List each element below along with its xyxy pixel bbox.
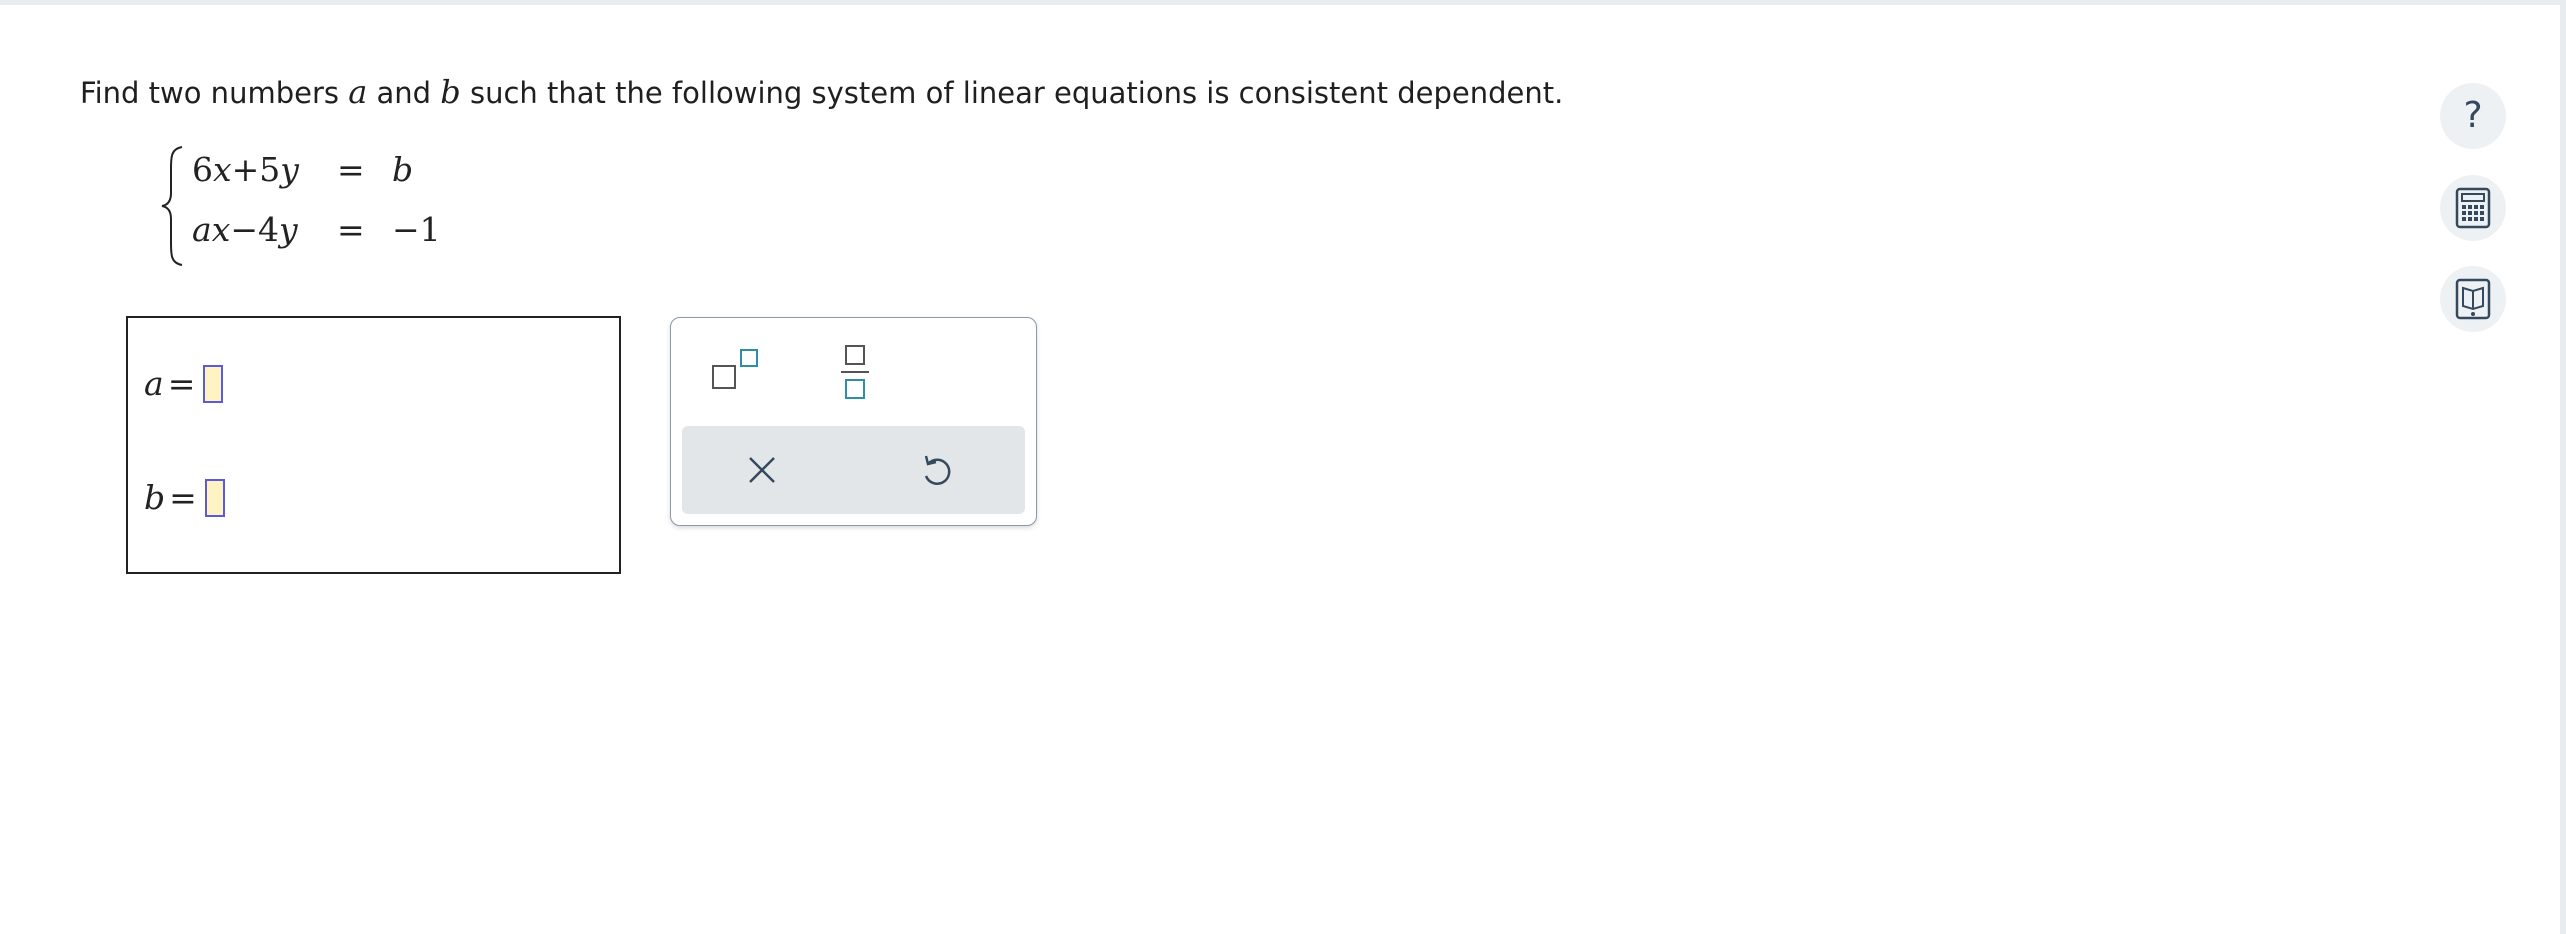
undo-button[interactable] — [916, 450, 956, 490]
equation-1-equals: = — [337, 150, 365, 189]
answer-a-equals: = — [167, 364, 196, 403]
equation-2-lhs: ax−4y — [192, 210, 298, 249]
clear-button[interactable] — [742, 450, 782, 490]
ebook-icon — [2455, 278, 2491, 320]
superscript-button[interactable] — [709, 346, 765, 394]
left-brace-icon — [161, 146, 183, 266]
answer-b-label: b — [144, 478, 166, 517]
answer-b-input[interactable] — [204, 478, 225, 517]
top-bar — [0, 0, 2566, 5]
question-mid: and — [367, 76, 441, 110]
question-prefix: Find two numbers — [80, 76, 349, 110]
ebook-button[interactable] — [2440, 266, 2506, 332]
help-icon: ? — [2463, 95, 2483, 136]
clear-icon — [749, 457, 775, 483]
fraction-icon — [841, 345, 869, 399]
scrollbar[interactable] — [2560, 5, 2566, 934]
variable-a: a — [348, 73, 368, 111]
equation-system: 6x+5y = b ax−4y = −1 — [160, 145, 460, 266]
question-suffix: such that the following system of linear… — [460, 76, 1564, 110]
palette-actions — [682, 426, 1025, 514]
equation-2-equals: = — [337, 210, 365, 249]
answer-box: a = b = — [126, 316, 621, 574]
help-button[interactable]: ? — [2440, 83, 2506, 149]
equation-1-lhs: 6x+5y — [192, 150, 299, 189]
undo-icon — [924, 455, 951, 485]
answer-a-input[interactable] — [203, 364, 224, 403]
answer-row-a: a = — [144, 364, 224, 403]
superscript-icon — [712, 349, 758, 389]
equation-2-rhs: −1 — [392, 210, 441, 249]
question-text: Find two numbers a and b such that the f… — [80, 72, 1563, 113]
fraction-button[interactable] — [835, 342, 875, 402]
answer-row-b: b = — [144, 478, 225, 517]
equation-1-rhs: b — [392, 150, 414, 189]
variable-b: b — [440, 73, 461, 111]
calculator-icon — [2455, 187, 2491, 229]
calculator-button[interactable] — [2440, 175, 2506, 241]
answer-a-label: a — [144, 364, 164, 403]
math-palette — [670, 317, 1037, 526]
answer-b-equals: = — [169, 478, 197, 517]
